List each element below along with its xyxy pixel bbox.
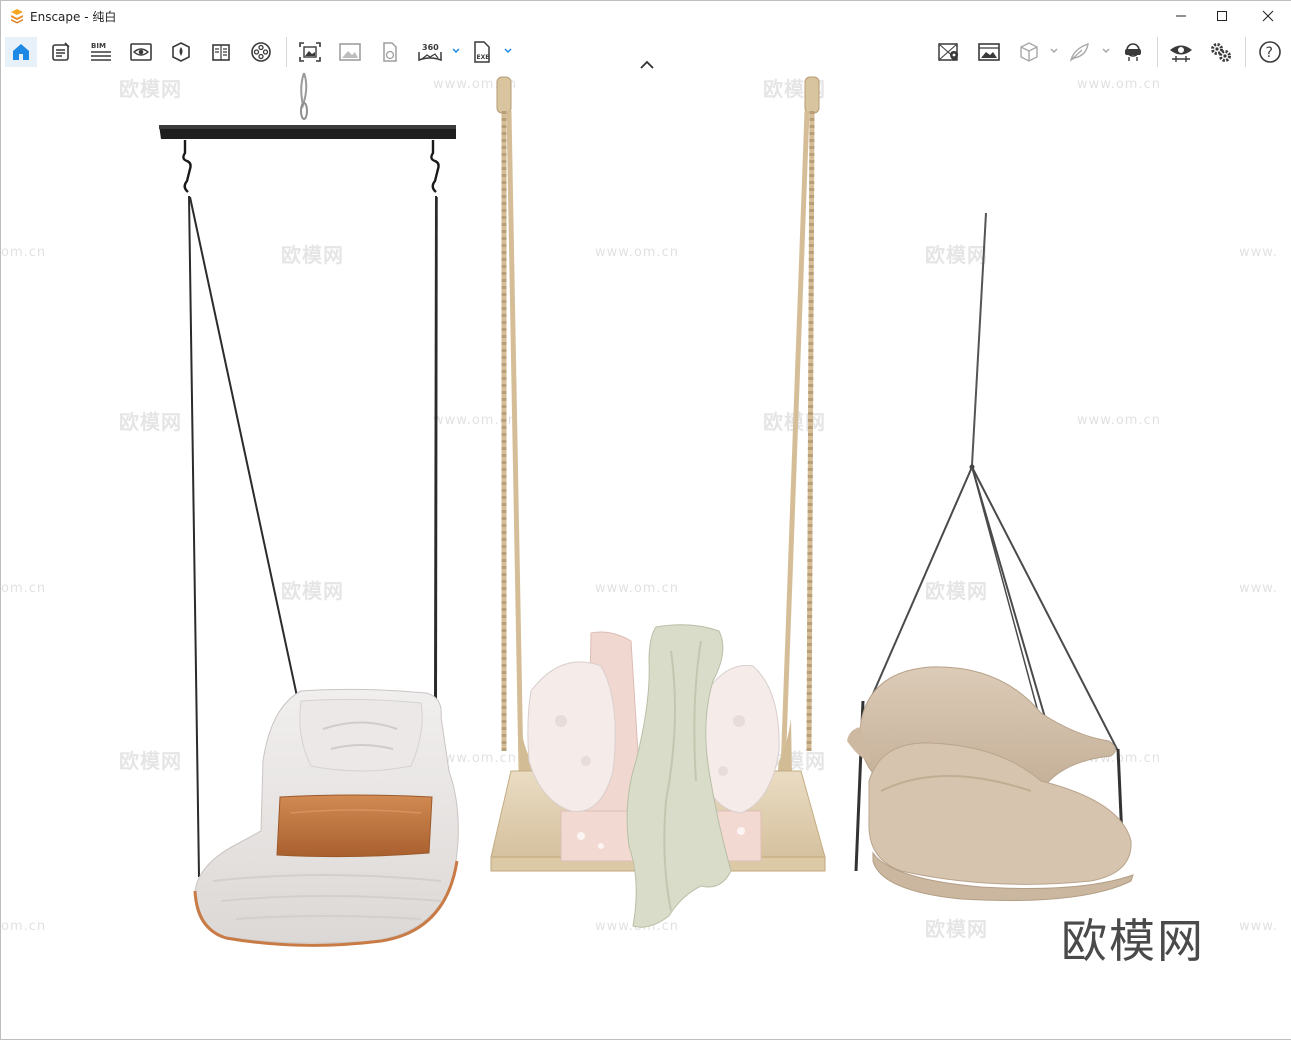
render-settings-button[interactable]	[973, 37, 1005, 67]
brand-watermark: 欧模网	[1061, 914, 1205, 968]
toolbar-separator	[286, 37, 287, 67]
window-title: Enscape - 纯白	[30, 10, 117, 24]
image-grid-icon	[978, 43, 1000, 61]
feather-icon	[1069, 42, 1089, 62]
minimize-button[interactable]	[1158, 1, 1204, 31]
rope-swing-bench[interactable]	[490, 76, 826, 928]
exe-label: EXE	[477, 54, 490, 61]
help-label: ?	[1266, 45, 1273, 61]
bim-label: BIM	[91, 42, 106, 50]
film-reel-icon	[251, 42, 271, 62]
visual-settings-button[interactable]	[1165, 37, 1197, 67]
close-button[interactable]	[1245, 1, 1291, 31]
maximize-icon	[1217, 11, 1227, 21]
close-icon	[1262, 10, 1274, 22]
maximize-button[interactable]	[1199, 1, 1245, 31]
screenshot-icon	[299, 42, 321, 62]
bim-button[interactable]: BIM	[85, 37, 117, 67]
hanging-chair-white[interactable]	[159, 73, 459, 947]
collaborative-annotation-button[interactable]	[933, 37, 965, 67]
cube-dropdown-chevron-icon[interactable]	[1049, 46, 1059, 56]
eye-settings-icon	[1170, 45, 1192, 62]
home-button[interactable]	[5, 37, 37, 67]
help-button[interactable]: ?	[1254, 37, 1286, 67]
panorama-dropdown-chevron-icon[interactable]	[451, 46, 461, 56]
enscape-logo-icon	[11, 9, 23, 24]
video-editor-button[interactable]	[245, 37, 277, 67]
enscape-window: Enscape - 纯白 BIM 360 EXE ? 欧模网 www.om.cn…	[0, 0, 1291, 1040]
web-standalone-button[interactable]	[374, 37, 406, 67]
panorama-360-icon: 360	[418, 43, 442, 62]
collapse-toolbar-chevron-icon[interactable]	[638, 59, 656, 71]
render-viewport[interactable]: 欧模网 www.om.cn 欧模网 www.om.cn om.cn 欧模网 ww…	[1, 73, 1291, 1039]
export-exe-icon: EXE	[474, 41, 490, 63]
notes-icon	[52, 42, 70, 61]
feather-button[interactable]	[1064, 37, 1096, 67]
title-bar: Enscape - 纯白	[1, 1, 1291, 31]
minimize-icon	[1176, 15, 1186, 17]
export-dropdown-chevron-icon[interactable]	[503, 46, 513, 56]
bim-icon: BIM	[91, 42, 111, 61]
asset-library-button[interactable]	[165, 37, 197, 67]
screenshot-button[interactable]	[294, 37, 326, 67]
general-settings-button[interactable]	[1205, 37, 1237, 67]
toolbar-separator	[1157, 37, 1158, 67]
home-icon	[13, 44, 29, 60]
vr-headset-button[interactable]	[1117, 37, 1149, 67]
main-toolbar: BIM 360 EXE ?	[1, 31, 1291, 73]
export-exe-button[interactable]: EXE	[466, 37, 498, 67]
feather-dropdown-chevron-icon[interactable]	[1101, 46, 1111, 56]
cube-button[interactable]	[1013, 37, 1045, 67]
material-editor-button[interactable]	[205, 37, 237, 67]
asset-library-icon	[172, 42, 190, 62]
web-upload-icon	[383, 42, 397, 62]
panorama-button[interactable]: 360	[414, 37, 446, 67]
scene-render	[159, 73, 1134, 947]
panorama-label: 360	[422, 43, 439, 52]
view-settings-button[interactable]	[125, 37, 157, 67]
cube-icon	[1020, 42, 1038, 62]
hanging-chair-beige[interactable]	[847, 212, 1134, 902]
vr-headset-icon	[1125, 43, 1141, 61]
eye-panel-icon	[130, 43, 152, 61]
toolbar-separator	[1245, 37, 1246, 67]
image-icon	[339, 43, 361, 61]
map-pin-icon	[938, 43, 958, 61]
batch-render-button[interactable]	[334, 37, 366, 67]
gears-icon	[1211, 43, 1231, 62]
notes-button[interactable]	[45, 37, 77, 67]
help-icon: ?	[1259, 41, 1281, 63]
book-icon	[212, 44, 230, 61]
